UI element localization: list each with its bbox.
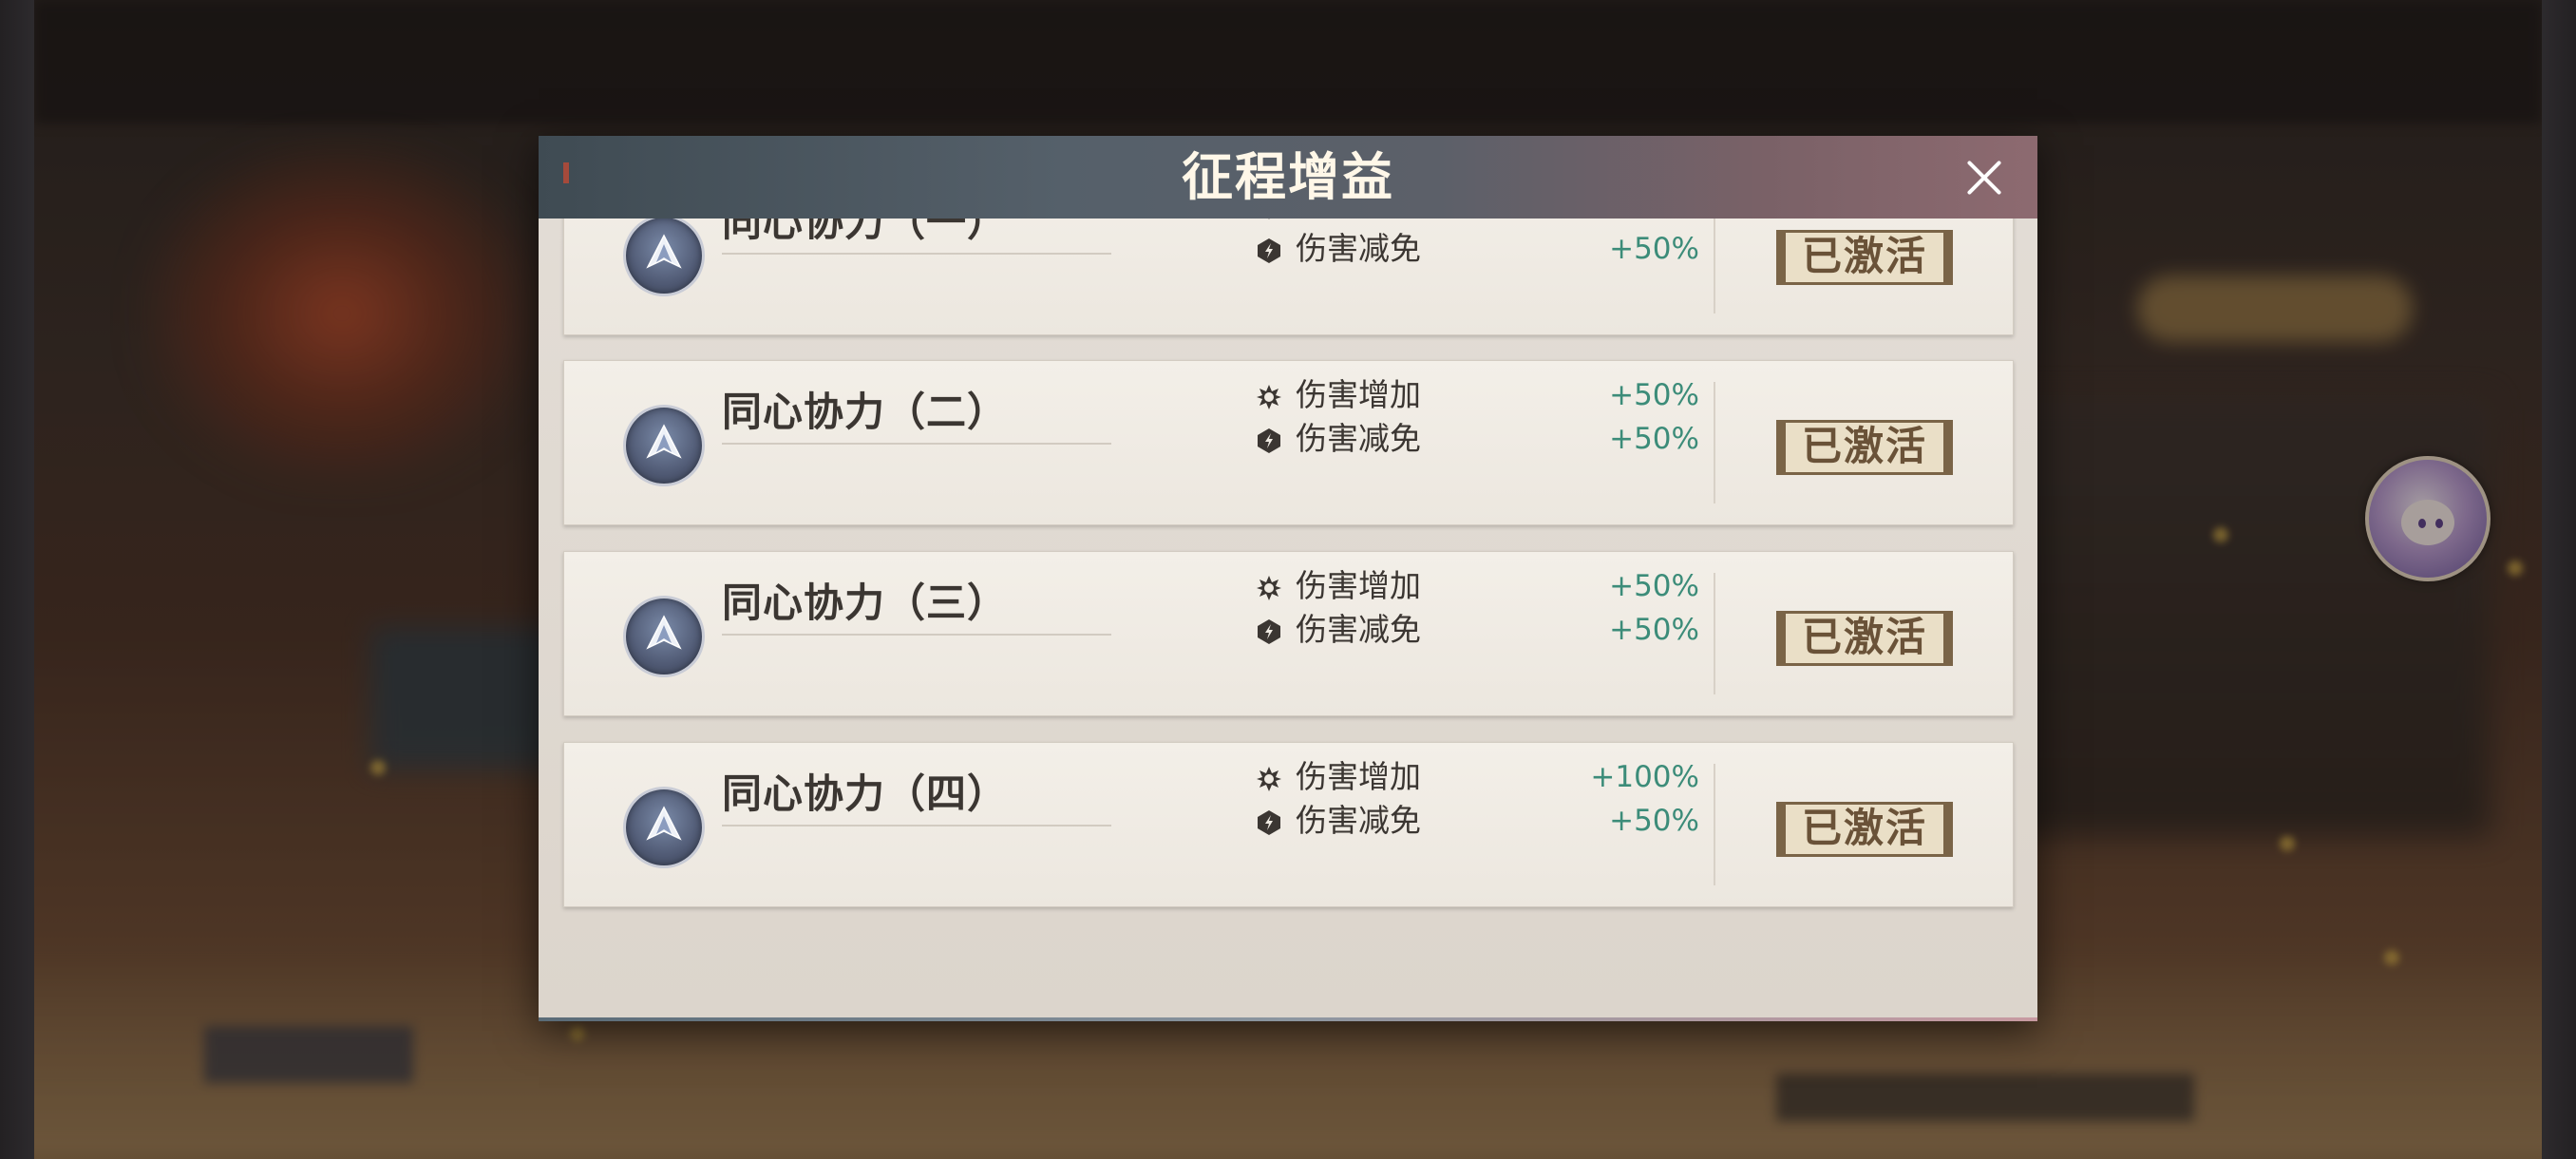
buff-badge-icon [623, 405, 705, 486]
buff-badge-icon [623, 218, 705, 296]
modal-bottom-border [539, 1017, 2037, 1021]
activated-status-badge: 已激活 [1776, 420, 1953, 475]
row-divider [1714, 218, 1715, 314]
damage-up-icon [1257, 385, 1281, 409]
stat-value: +50% [1609, 378, 1699, 412]
stat-label: 伤害增加 [1296, 758, 1421, 795]
stat-label: 伤害减免 [1296, 230, 1421, 267]
stat-label-row: 伤害增加 [1256, 376, 1421, 414]
stat-label: 伤害减免 [1296, 420, 1421, 457]
stat-label: 伤害减免 [1296, 802, 1421, 839]
stat-label-row: 伤害减免 [1256, 802, 1421, 840]
row-divider [1714, 573, 1715, 694]
stat-label: 伤害减免 [1296, 611, 1421, 648]
modal-title: 征程增益 [1182, 146, 1394, 207]
buff-row: 同心协力（一） 伤害增加 +50% 伤害减免 +50% 已激活 [563, 218, 2014, 335]
buff-row: 同心协力（四） 伤害增加 +100% 伤害减免 +50% 已激活 [563, 742, 2014, 907]
buff-name-underline [722, 443, 1111, 445]
stat-label: 伤害增加 [1296, 218, 1421, 223]
buff-row: 同心协力（二） 伤害增加 +50% 伤害减免 +50% 已激活 [563, 360, 2014, 525]
buff-name-underline [722, 825, 1111, 826]
damage-up-icon [1268, 218, 1270, 219]
buff-name-underline [722, 253, 1111, 255]
stat-label-row: 伤害增加 [1256, 218, 1421, 224]
buff-name: 同心协力（三） [722, 580, 1009, 626]
buff-list[interactable]: 同心协力（一）伤害增加+50%伤害减免+50%已激活同心协力（二）伤害增加+50… [539, 218, 2037, 1018]
damage-reduction-icon [1258, 810, 1280, 835]
arrow-up-icon [646, 234, 682, 269]
close-button[interactable] [1958, 151, 2011, 204]
buff-badge-icon [623, 596, 705, 677]
damage-reduction-icon [1258, 428, 1280, 453]
buff-name: 同心协力（二） [722, 389, 1009, 435]
arrow-up-icon [646, 424, 682, 459]
buff-badge-icon [623, 787, 705, 868]
activated-status-badge: 已激活 [1776, 611, 1953, 666]
modal-header: 征程增益 [539, 136, 2037, 218]
row-divider [1714, 764, 1715, 885]
activated-status-badge: 已激活 [1776, 230, 1953, 285]
stat-label-row: 伤害减免 [1256, 611, 1421, 649]
stat-value: +100% [1590, 760, 1699, 794]
activated-status-badge: 已激活 [1776, 802, 1953, 857]
stat-value: +50% [1609, 613, 1699, 647]
stat-value: +50% [1576, 218, 1699, 224]
stat-value: +50% [1609, 232, 1699, 266]
stat-label-row: 伤害减免 [1256, 230, 1421, 268]
buff-row: 同心协力（三） 伤害增加 +50% 伤害减免 +50% 已激活 [563, 551, 2014, 716]
stat-label-row: 伤害增加 [1256, 758, 1421, 796]
buff-name: 同心协力（一） [722, 218, 1009, 245]
damage-up-icon [1257, 767, 1281, 791]
stat-value: +50% [1609, 569, 1699, 603]
stat-label-row: 伤害减免 [1256, 420, 1421, 458]
damage-up-icon [1257, 576, 1281, 600]
stat-value: +50% [1609, 804, 1699, 838]
damage-reduction-icon [1258, 619, 1280, 644]
arrow-up-icon [646, 806, 682, 841]
stat-label: 伤害增加 [1296, 376, 1421, 413]
damage-reduction-icon [1258, 238, 1280, 263]
row-divider [1714, 382, 1715, 504]
buff-modal: 征程增益 同心协力（一）伤害增加+50%伤害减免+50%已激活同心协力（二）伤害… [539, 136, 2037, 1021]
buff-name-underline [722, 634, 1111, 636]
stat-value: +50% [1609, 422, 1699, 456]
buff-name: 同心协力（四） [722, 770, 1009, 817]
stat-label-row: 伤害增加 [1256, 567, 1421, 605]
stat-label: 伤害增加 [1296, 567, 1421, 604]
arrow-up-icon [646, 615, 682, 650]
